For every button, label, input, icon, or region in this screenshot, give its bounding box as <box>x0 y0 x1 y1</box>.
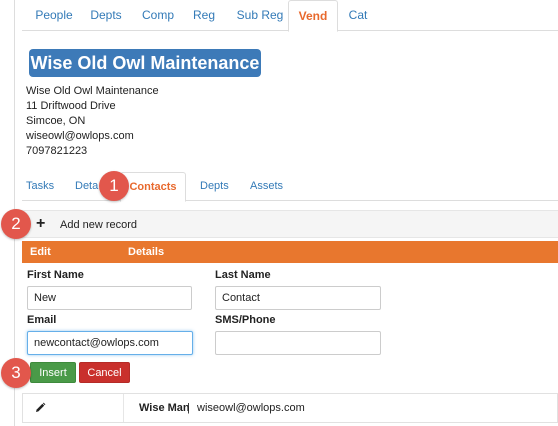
last-name-field[interactable] <box>215 286 381 310</box>
tab-contacts[interactable]: Contacts <box>120 172 186 202</box>
tab-cat[interactable]: Cat <box>344 0 372 31</box>
step-badge-1: 1 <box>99 171 129 201</box>
vendor-name: Wise Old Owl Maintenance <box>26 85 159 97</box>
tab-comp[interactable]: Comp <box>139 0 177 31</box>
plus-icon: + <box>36 215 46 232</box>
tab-details[interactable]: Deta <box>75 172 98 201</box>
cancel-button[interactable]: Cancel <box>79 362 130 383</box>
email-label: Email <box>27 314 57 326</box>
header-edit: Edit <box>30 246 51 258</box>
pencil-icon[interactable] <box>33 401 47 415</box>
tab-people[interactable]: People <box>32 0 76 31</box>
first-name-field[interactable] <box>27 286 192 310</box>
tab-sub-reg[interactable]: Sub Reg <box>230 0 290 31</box>
last-name-label: Last Name <box>215 269 271 281</box>
contact-separator: | <box>187 402 190 414</box>
contact-email: wiseowl@owlops.com <box>197 402 305 414</box>
row-divider <box>123 394 124 422</box>
sms-phone-field[interactable] <box>215 331 381 355</box>
email-field[interactable] <box>27 331 193 355</box>
first-name-label: First Name <box>27 269 84 281</box>
tab-tasks[interactable]: Tasks <box>26 172 54 201</box>
contact-name: Wise Man <box>139 402 190 414</box>
insert-button[interactable]: Insert <box>30 362 76 383</box>
tab-vend[interactable]: Vend <box>288 0 338 32</box>
tab-reg[interactable]: Reg <box>190 0 218 31</box>
vendor-title: Wise Old Owl Maintenance <box>29 49 261 77</box>
table-row: Wise Man | wiseowl@owlops.com <box>22 393 558 423</box>
vendor-address: 11 Driftwood Drive <box>26 100 116 112</box>
tab-sub-depts[interactable]: Depts <box>200 172 229 201</box>
step-badge-2: 2 <box>1 209 31 239</box>
tab-depts[interactable]: Depts <box>88 0 124 31</box>
table-header: Edit Details <box>22 241 558 263</box>
vendor-email: wiseowl@owlops.com <box>26 130 134 142</box>
sms-phone-label: SMS/Phone <box>215 314 276 326</box>
header-details: Details <box>128 246 165 258</box>
add-new-record-label: Add new record <box>60 219 138 231</box>
step-badge-3: 3 <box>1 358 31 388</box>
top-tab-bar: People Depts Comp Reg Sub Reg Vend Cat <box>22 0 558 32</box>
vendor-city: Simcoe, ON <box>26 115 86 127</box>
add-new-record-button[interactable]: + Add new record <box>22 210 558 238</box>
tab-assets[interactable]: Assets <box>250 172 283 201</box>
vendor-phone: 7097821223 <box>26 145 88 157</box>
